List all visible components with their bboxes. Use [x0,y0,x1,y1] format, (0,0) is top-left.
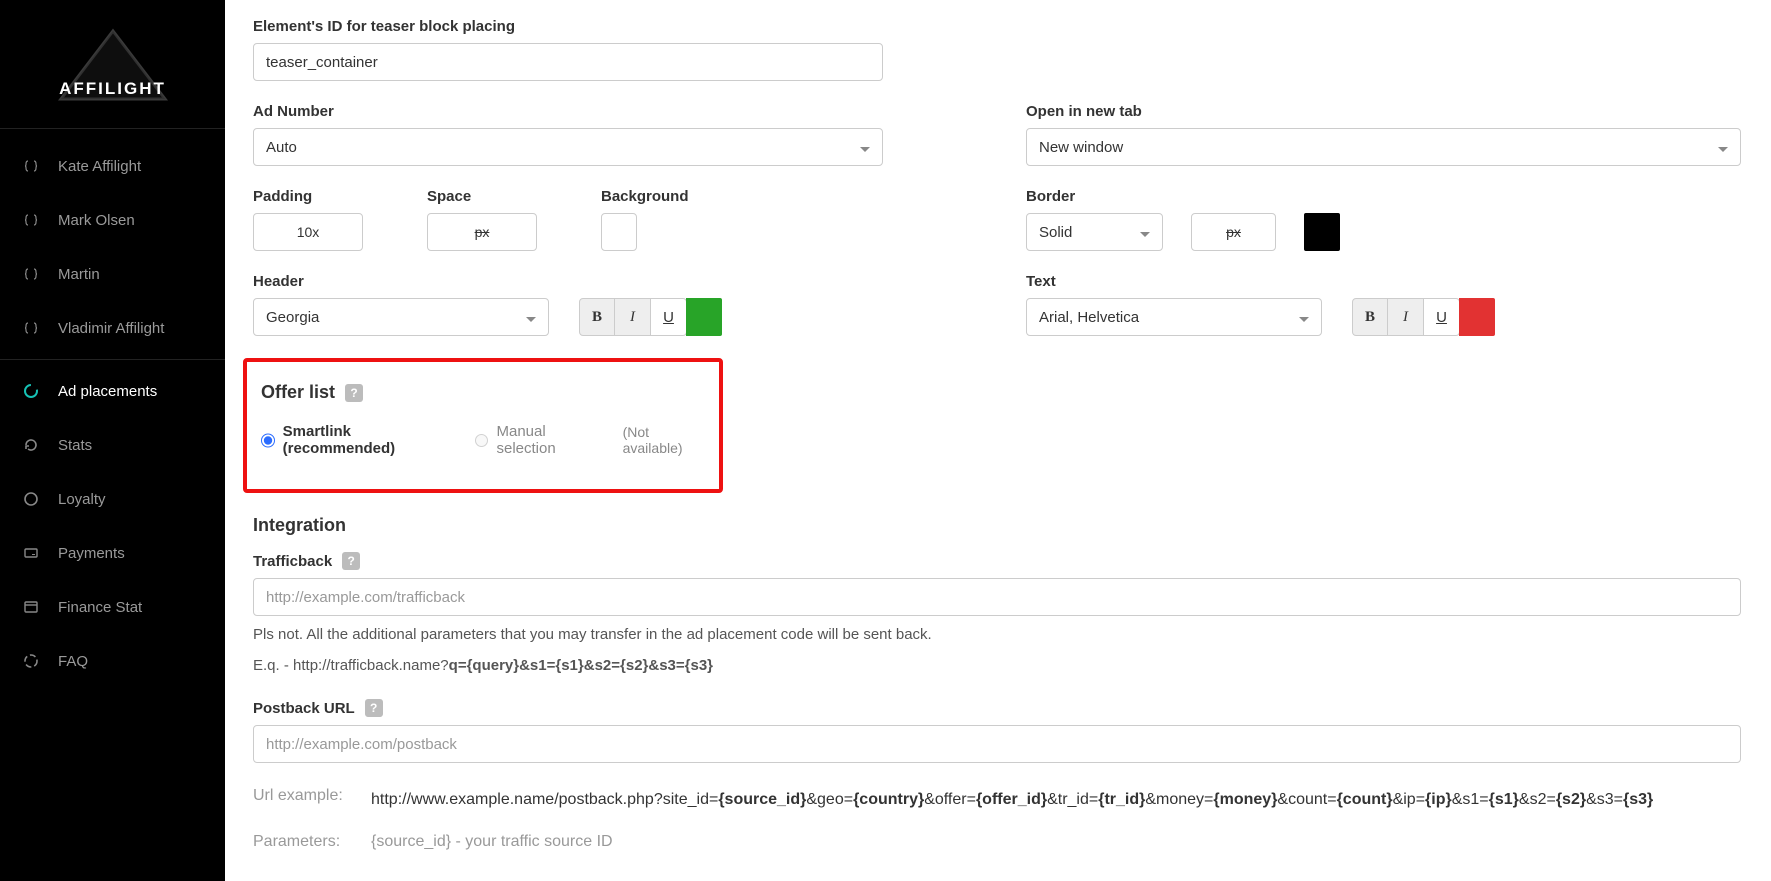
chevron-down-icon [1140,224,1150,241]
text-bold-button[interactable]: B [1352,298,1388,336]
open-tab-label: Open in new tab [1026,103,1741,120]
chevron-down-icon [526,309,536,326]
radio-input[interactable] [261,433,275,448]
sidebar-item-label: Stats [58,437,92,454]
offer-smartlink-radio[interactable]: Smartlink (recommended) [261,423,451,457]
sidebar-item-user-vladimir[interactable]: Vladimir Affilight [0,301,225,355]
parameters-value: {source_id} - your traffic source ID [371,833,613,851]
card-icon [22,544,40,562]
braces-icon [22,319,40,337]
trafficback-input[interactable] [253,578,1741,616]
sidebar-item-label: Martin [58,266,100,283]
loader-icon [22,652,40,670]
text-underline-button[interactable]: U [1424,298,1460,336]
integration-title: Integration [253,515,1741,536]
sidebar-item-label: FAQ [58,653,88,670]
text-italic-button[interactable]: I [1388,298,1424,336]
sidebar: AFFILIGHT Kate Affilight Mark Olsen Mart… [0,0,225,881]
sidebar-item-stats[interactable]: Stats [0,418,225,472]
open-tab-select[interactable]: New window [1026,128,1741,166]
brand-logo: AFFILIGHT [0,0,225,129]
sidebar-item-faq[interactable]: FAQ [0,634,225,688]
sidebar-item-label: Payments [58,545,125,562]
ad-number-label: Ad Number [253,103,968,120]
background-label: Background [601,188,689,205]
window-icon [22,598,40,616]
header-underline-button[interactable]: U [651,298,687,336]
help-icon[interactable]: ? [365,699,383,717]
sidebar-item-user-mark[interactable]: Mark Olsen [0,193,225,247]
ad-number-value: Auto [266,139,297,156]
sidebar-list: Kate Affilight Mark Olsen Martin Vladimi… [0,139,225,688]
trafficback-note-2: E.q. - http://trafficback.name?q={query}… [253,655,1741,678]
padding-label: Padding [253,188,363,205]
text-color-swatch[interactable] [1459,298,1495,336]
parameters-row: Parameters: {source_id} - your traffic s… [253,833,1741,851]
chevron-down-icon [1299,309,1309,326]
sidebar-item-user-kate[interactable]: Kate Affilight [0,139,225,193]
header-color-swatch[interactable] [686,298,722,336]
header-italic-button[interactable]: I [615,298,651,336]
text-label: Text [1026,273,1741,290]
offer-manual-radio: Manual selection [475,423,599,457]
braces-icon [22,211,40,229]
sidebar-item-finance-stat[interactable]: Finance Stat [0,580,225,634]
text-font-select[interactable]: Arial, Helvetica [1026,298,1322,336]
chevron-down-icon [1718,139,1728,156]
header-font-value: Georgia [266,309,319,326]
sidebar-item-loyalty[interactable]: Loyalty [0,472,225,526]
trafficback-label: Trafficback [253,553,332,570]
parameters-label: Parameters: [253,833,349,851]
padding-input[interactable] [253,213,363,251]
url-example-row: Url example: http://www.example.name/pos… [253,787,1741,813]
space-label: Space [427,188,537,205]
ad-number-select[interactable]: Auto [253,128,883,166]
sidebar-item-label: Kate Affilight [58,158,141,175]
border-style-value: Solid [1039,224,1072,241]
circle-loader-icon [22,382,40,400]
url-example-value: http://www.example.name/postback.php?sit… [371,787,1653,813]
border-width-input[interactable]: px [1191,213,1276,251]
refresh-icon [22,436,40,454]
border-label: Border [1026,188,1741,205]
sidebar-item-label: Ad placements [58,383,157,400]
brand-text: AFFILIGHT [53,79,173,99]
space-input[interactable]: px [427,213,537,251]
url-example-label: Url example: [253,787,349,813]
help-icon[interactable]: ? [345,384,363,402]
sidebar-item-label: Finance Stat [58,599,142,616]
braces-icon [22,157,40,175]
chevron-down-icon [860,139,870,156]
border-color-swatch[interactable] [1304,213,1340,251]
header-label: Header [253,273,968,290]
help-icon[interactable]: ? [342,552,360,570]
sidebar-item-ad-placements[interactable]: Ad placements [0,364,225,418]
postback-input[interactable] [253,725,1741,763]
offer-list-title: Offer list [261,382,335,403]
header-bold-button[interactable]: B [579,298,615,336]
circle-icon [22,490,40,508]
sidebar-item-label: Loyalty [58,491,106,508]
border-style-select[interactable]: Solid [1026,213,1163,251]
main-content: Element's ID for teaser block placing Ad… [225,0,1771,881]
sidebar-item-payments[interactable]: Payments [0,526,225,580]
not-available-label: (Not available) [623,424,705,456]
postback-label: Postback URL [253,700,355,717]
radio-label: Manual selection [496,423,598,457]
sidebar-item-label: Mark Olsen [58,212,135,229]
open-tab-value: New window [1039,139,1123,156]
text-font-value: Arial, Helvetica [1039,309,1139,326]
sidebar-item-label: Vladimir Affilight [58,320,164,337]
trafficback-note-1: Pls not. All the additional parameters t… [253,624,1741,647]
radio-label: Smartlink (recommended) [283,423,451,457]
braces-icon [22,265,40,283]
background-color-picker[interactable] [601,213,637,251]
header-font-select[interactable]: Georgia [253,298,549,336]
teaser-id-input[interactable] [253,43,883,81]
offer-list-highlight: Offer list ? Smartlink (recommended) Man… [243,358,723,493]
sidebar-item-user-martin[interactable]: Martin [0,247,225,301]
radio-input [475,433,489,448]
teaser-id-label: Element's ID for teaser block placing [253,18,1741,35]
